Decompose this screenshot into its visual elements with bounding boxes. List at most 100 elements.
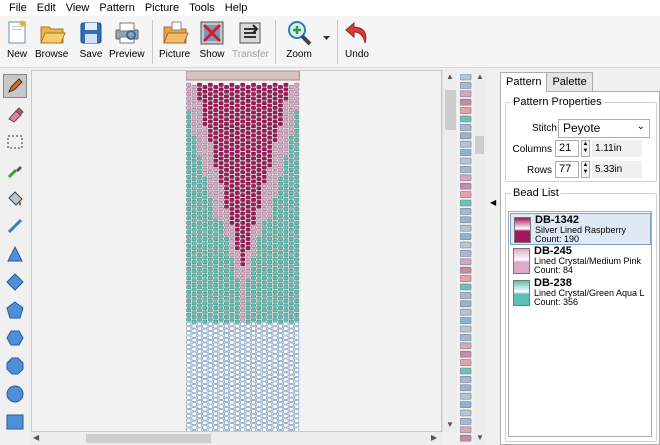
canvas-vertical-scrollbar[interactable]: ▲ ▼ — [442, 70, 457, 432]
bead-cell — [202, 296, 208, 301]
bead-cell — [261, 312, 267, 317]
menu-picture[interactable]: Picture — [140, 0, 184, 16]
bead-cell — [267, 149, 273, 154]
bead-cell — [261, 124, 267, 129]
bead-list[interactable]: DB-1342 Silver Lined Raspberry Count: 19… — [508, 211, 652, 437]
bead-cell — [207, 271, 213, 276]
pattern-canvas[interactable] — [31, 70, 442, 432]
show-button[interactable]: Show — [198, 19, 226, 60]
pencil-tool[interactable] — [3, 74, 27, 98]
zoom-button[interactable]: Zoom — [285, 19, 313, 60]
bead-cell — [223, 420, 229, 426]
menu-file[interactable]: File — [4, 0, 32, 16]
preview-vertical-scrollbar[interactable]: ▲ ▼ — [473, 70, 486, 445]
stepper-down-icon[interactable]: ▼ — [583, 148, 589, 154]
eraser-tool[interactable] — [3, 102, 27, 126]
preview-button[interactable]: Preview — [109, 19, 145, 60]
bead-cell — [251, 409, 257, 414]
tab-palette[interactable]: Palette — [546, 72, 593, 91]
scrollbar-thumb[interactable] — [445, 90, 456, 130]
fill-tool[interactable] — [3, 186, 27, 210]
bead-cell — [245, 360, 251, 366]
bead-cell — [283, 262, 289, 267]
color-picker-tool[interactable] — [3, 158, 27, 182]
octagon-tool[interactable] — [3, 354, 27, 378]
bead-cell — [278, 144, 284, 149]
new-button[interactable]: New — [3, 19, 31, 60]
picture-button[interactable]: Picture — [159, 19, 190, 60]
stepper-down-icon[interactable]: ▼ — [583, 169, 589, 175]
bead-pattern-grid[interactable] — [186, 71, 302, 432]
select-tool[interactable] — [3, 130, 27, 154]
canvas-horizontal-scrollbar[interactable]: ◀ ▶ — [31, 432, 442, 445]
bead-cell — [251, 147, 257, 152]
collapse-arrow-icon[interactable]: ◀ — [490, 198, 496, 207]
columns-stepper[interactable]: ▲ ▼ — [581, 140, 590, 157]
hexagon-tool[interactable] — [3, 326, 27, 350]
bead-cell — [240, 225, 246, 230]
line-tool[interactable] — [3, 214, 27, 238]
menu-edit[interactable]: Edit — [32, 0, 61, 16]
rows-stepper[interactable]: ▲ ▼ — [581, 161, 590, 178]
bead-cell — [272, 413, 278, 419]
preview-bead — [460, 359, 472, 366]
stepper-up-icon[interactable]: ▲ — [583, 162, 589, 168]
bead-cell — [197, 390, 203, 396]
scroll-up-arrow-icon[interactable]: ▲ — [446, 72, 454, 81]
bead-cell — [272, 87, 278, 92]
bead-cell — [229, 197, 235, 202]
pattern-header-bar — [186, 71, 300, 81]
triangle-tool[interactable] — [3, 242, 27, 266]
bead-cell — [261, 271, 267, 276]
panel-splitter[interactable]: ◀ — [488, 70, 498, 445]
bead-cell — [256, 310, 262, 315]
preview-bead — [460, 325, 472, 333]
bead-cell — [186, 367, 192, 373]
bead-cell — [191, 365, 197, 370]
bead-cell — [267, 324, 273, 329]
diamond-tool[interactable] — [3, 270, 27, 294]
transfer-button[interactable]: Transfer — [232, 19, 269, 60]
stitch-select[interactable]: Peyote ⌄ — [558, 119, 650, 138]
circle-tool[interactable] — [3, 382, 27, 406]
bead-cell — [191, 213, 197, 219]
menu-help[interactable]: Help — [220, 0, 253, 16]
bead-cell — [245, 250, 251, 255]
scrollbar-thumb[interactable] — [86, 434, 211, 443]
stepper-up-icon[interactable]: ▲ — [583, 141, 589, 147]
bead-cell — [191, 388, 197, 393]
columns-input[interactable]: 21 — [555, 140, 579, 157]
bead-cell — [218, 183, 224, 189]
undo-button[interactable]: Undo — [343, 19, 371, 60]
menu-tools[interactable]: Tools — [184, 0, 220, 16]
scroll-up-arrow-icon[interactable]: ▲ — [476, 72, 484, 81]
bead-cell — [191, 126, 197, 131]
scroll-down-arrow-icon[interactable]: ▼ — [446, 420, 454, 429]
bead-cell — [197, 87, 203, 92]
zoom-dropdown-arrow[interactable] — [323, 36, 331, 42]
rectangle-tool[interactable] — [3, 410, 27, 434]
rows-input[interactable]: 77 — [555, 161, 579, 178]
menu-view[interactable]: View — [61, 0, 95, 16]
bead-cell — [223, 135, 229, 140]
browse-button[interactable]: Browse — [35, 19, 68, 60]
bead-cell — [267, 393, 273, 398]
scroll-down-arrow-icon[interactable]: ▼ — [476, 433, 484, 442]
bead-cell — [218, 367, 224, 373]
bead-cell — [218, 114, 224, 120]
bead-list-item[interactable]: DB-1342 Silver Lined Raspberry Count: 19… — [510, 213, 651, 245]
bead-list-item[interactable]: DB-238 Lined Crystal/Green Aqua L Count:… — [510, 277, 651, 309]
scrollbar-thumb[interactable] — [475, 136, 484, 154]
bead-cell — [288, 163, 294, 168]
bead-cell — [197, 165, 203, 170]
bead-cell — [202, 287, 208, 292]
pentagon-tool[interactable] — [3, 298, 27, 322]
bead-list-item[interactable]: DB-245 Lined Crystal/Medium Pink Count: … — [510, 245, 651, 277]
bead-cell — [256, 172, 262, 177]
scroll-right-arrow-icon[interactable]: ▶ — [431, 433, 437, 442]
save-button[interactable]: Save — [77, 19, 105, 60]
menu-pattern[interactable]: Pattern — [94, 0, 139, 16]
scroll-left-arrow-icon[interactable]: ◀ — [33, 433, 39, 442]
tab-pattern[interactable]: Pattern — [500, 72, 548, 92]
bead-cell — [251, 340, 257, 345]
